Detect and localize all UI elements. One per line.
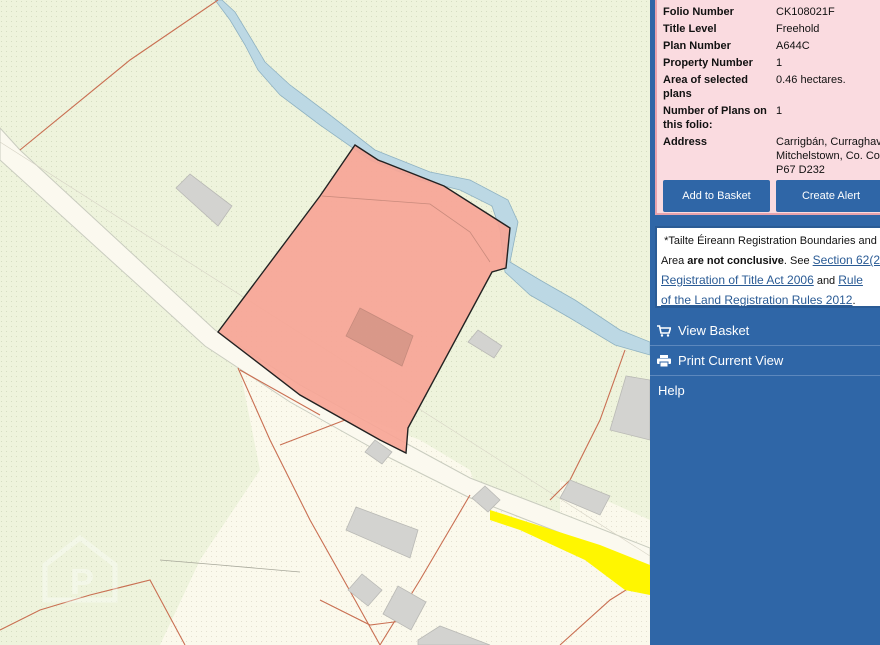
- plan-number-label: Plan Number: [663, 40, 731, 52]
- view-basket-menu-item[interactable]: View Basket: [650, 316, 880, 346]
- notice-end: .: [852, 295, 856, 307]
- map-canvas[interactable]: P: [0, 0, 650, 645]
- print-view-label: Print Current View: [678, 353, 784, 368]
- help-label: Help: [658, 383, 685, 398]
- notice-bold-text: are not conclusive: [687, 255, 784, 267]
- address-value: Carrigbán, Curraghave Mitchelstown, Co. …: [776, 136, 880, 176]
- area-label: Area of selected plans: [663, 74, 748, 100]
- folio-number-label: Folio Number: [663, 6, 734, 18]
- section-62-link[interactable]: Section 62(2: [813, 253, 880, 267]
- svg-text:P: P: [70, 561, 94, 602]
- title-level-value: Freehold: [776, 23, 820, 35]
- folio-details-box: Folio Number CK108021F Title Level Freeh…: [655, 0, 880, 215]
- view-basket-label: View Basket: [678, 323, 750, 338]
- title-level-label: Title Level: [663, 23, 717, 35]
- printer-icon: [657, 354, 677, 367]
- create-alert-button[interactable]: Create Alert: [776, 180, 880, 212]
- add-to-basket-button[interactable]: Add to Basket: [663, 180, 770, 212]
- map-view[interactable]: P: [0, 0, 650, 645]
- rule-link[interactable]: Rule: [838, 273, 863, 287]
- notice-line1: *Tailte Éireann Registration Boundaries …: [664, 235, 877, 247]
- folio-number-value: CK108021F: [776, 6, 835, 18]
- number-of-plans-value: 1: [776, 105, 783, 117]
- property-number-value: 1: [776, 57, 783, 69]
- help-menu-item[interactable]: Help: [650, 376, 880, 405]
- address-label: Address: [663, 136, 708, 148]
- plan-number-value: A644C: [776, 40, 810, 52]
- land-registration-rules-link[interactable]: of the Land Registration Rules 2012: [661, 293, 852, 306]
- notice-area-word: Area: [661, 255, 688, 267]
- number-of-plans-label: Number of Plans on this folio:: [663, 105, 767, 131]
- area-value: 0.46 hectares.: [776, 74, 846, 86]
- cart-icon: [657, 324, 677, 337]
- notice-see-text: . See: [783, 255, 813, 267]
- property-number-label: Property Number: [663, 57, 753, 69]
- registration-act-link[interactable]: Registration of Title Act 2006: [661, 273, 814, 287]
- print-view-menu-item[interactable]: Print Current View: [650, 346, 880, 376]
- registration-notice: *Tailte Éireann Registration Boundaries …: [655, 226, 880, 308]
- side-panel: Folio Number CK108021F Title Level Freeh…: [650, 0, 880, 645]
- notice-and-text: and: [813, 275, 839, 287]
